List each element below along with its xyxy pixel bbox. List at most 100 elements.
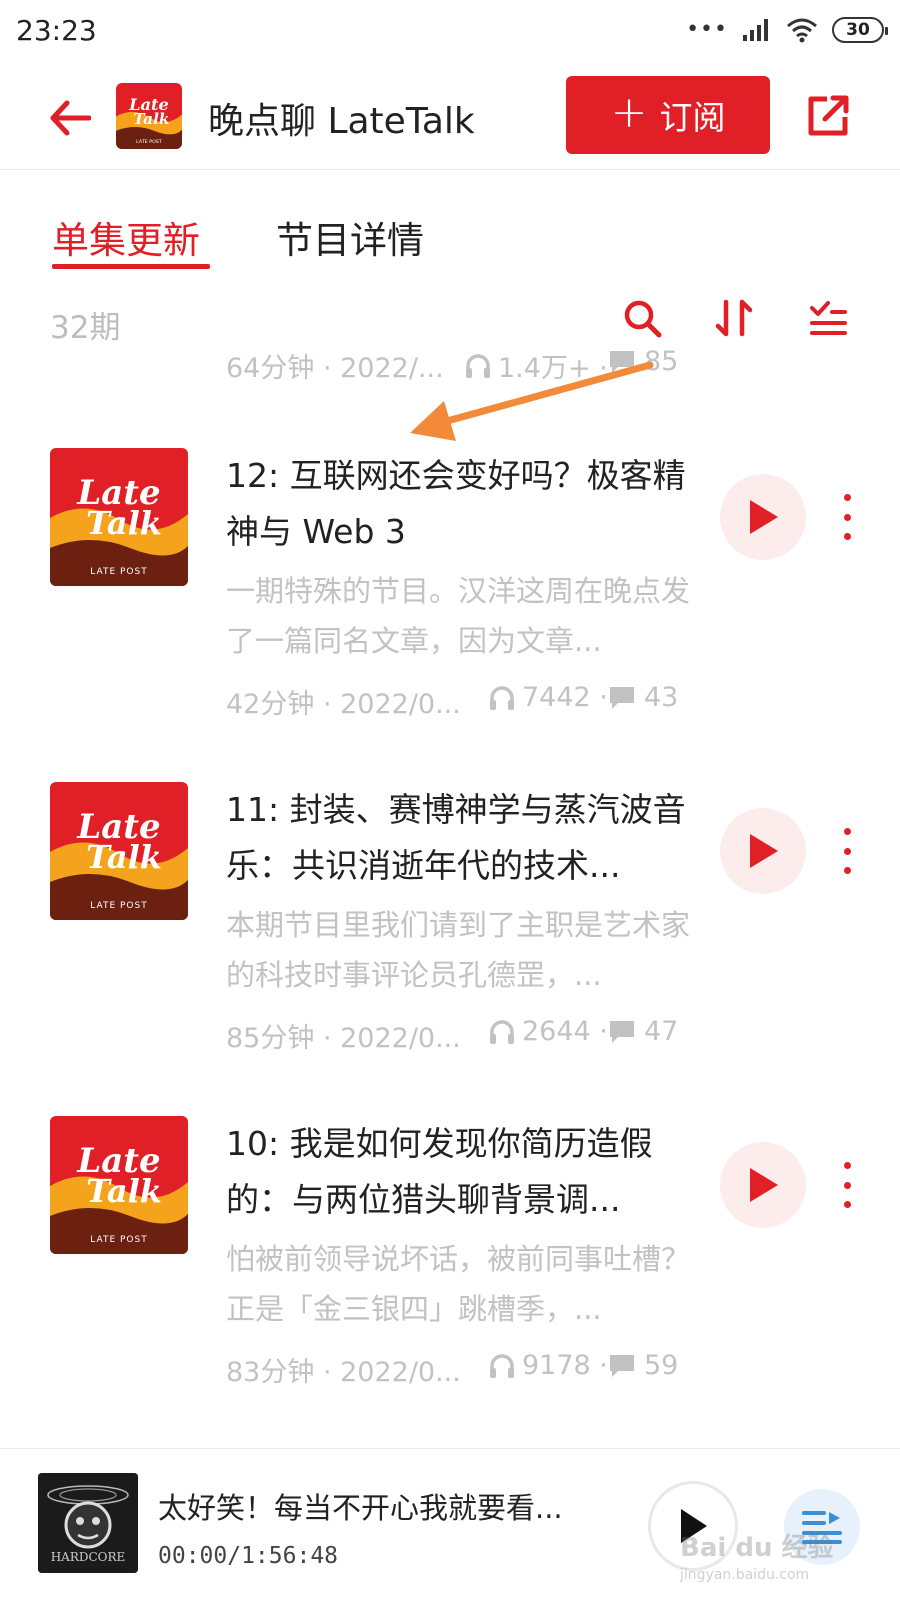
more-dot	[843, 1181, 851, 1189]
now-playing-time: 00:00/1:56:48	[158, 1543, 339, 1569]
latetalk-cover-icon: Late Talk LATE POST	[50, 782, 188, 920]
comment-count: 59	[644, 1350, 679, 1381]
search-button[interactable]	[620, 296, 664, 340]
episode-cover: Late Talk LATE POST	[50, 1116, 188, 1254]
more-dot	[843, 513, 851, 521]
episode-more-button[interactable]	[832, 494, 862, 540]
svg-text:LATE POST: LATE POST	[90, 1235, 147, 1245]
more-dot	[843, 867, 851, 874]
episode-item-2[interactable]: Late Talk LATE POST 11: 封装、赛博神学与蒸汽波音乐：共识…	[0, 782, 900, 1082]
episode-duration-date: 42分钟 · 2022/0...	[226, 689, 461, 720]
episode-plays: 1.4万+ ·	[464, 346, 608, 385]
comment-icon	[610, 686, 634, 709]
episode-duration-date: 64分钟 · 2022/...	[226, 353, 444, 384]
svg-text:Talk: Talk	[133, 110, 169, 128]
watermark: Bai du 经验	[680, 1533, 834, 1563]
svg-text:LATE POST: LATE POST	[90, 901, 147, 911]
sort-button[interactable]	[712, 296, 756, 340]
episode-duration-date: 83分钟 · 2022/0...	[226, 1357, 461, 1388]
active-tab-indicator	[52, 264, 210, 269]
play-count: 1.4万+ ·	[498, 353, 608, 384]
cell-signal-icon	[743, 19, 768, 41]
episode-title: 10: 我是如何发现你简历造假的：与两位猎头聊背景调...	[226, 1124, 653, 1219]
svg-text:HARDCORE: HARDCORE	[51, 1550, 126, 1564]
svg-text:Talk: Talk	[86, 838, 162, 876]
more-dot	[843, 533, 851, 540]
comment-count: 85	[644, 346, 679, 377]
more-dot	[843, 494, 851, 501]
latetalk-cover-icon: Late Talk LATE POST	[50, 1116, 188, 1254]
signal-dots: •••	[686, 17, 728, 42]
status-time: 23:23	[16, 14, 97, 47]
headphones-icon	[490, 685, 514, 710]
headphones-icon	[490, 1019, 514, 1044]
episode-play-button[interactable]	[720, 474, 806, 560]
episode-description: 一期特殊的节目。汉洋这周在晚点发了一篇同名文章，因为文章...	[226, 574, 691, 658]
tab-episodes[interactable]: 单集更新	[52, 210, 200, 264]
play-count: 9178 ·	[522, 1350, 608, 1381]
more-dot	[843, 828, 851, 835]
play-count: 7442 ·	[522, 682, 608, 713]
episode-cover: Late Talk LATE POST	[50, 448, 188, 586]
checklist-icon	[810, 301, 847, 335]
episode-comments: 59	[608, 1350, 678, 1381]
episode-cover: Late Talk LATE POST	[50, 782, 188, 920]
now-playing-title: 太好笑！每当不开心我就要看...	[158, 1491, 563, 1525]
podcast-title: 晚点聊 LateTalk	[208, 101, 475, 142]
headphones-icon	[490, 1353, 514, 1378]
episode-comments: 85	[608, 346, 678, 377]
mini-player[interactable]: HARDCORE 太好笑！每当不开心我就要看... 00:00/1:56:48 …	[0, 1448, 900, 1600]
subscribe-label: 订阅	[659, 98, 726, 137]
battery-indicator: 30	[832, 17, 888, 43]
episode-description: 怕被前领导说坏话，被前同事吐槽？正是「金三银四」跳槽季，...	[226, 1242, 691, 1326]
episode-plays: 7442 ·	[488, 682, 608, 713]
watermark-url: jingyan.baidu.com	[680, 1567, 810, 1583]
share-button[interactable]	[800, 88, 856, 144]
sort-icon	[715, 299, 753, 337]
share-icon	[808, 95, 849, 136]
episode-plays: 9178 ·	[488, 1350, 608, 1381]
comment-count: 43	[644, 682, 679, 713]
multi-select-button[interactable]	[806, 296, 850, 340]
episode-more-button[interactable]	[832, 828, 862, 874]
headphones-icon	[466, 353, 490, 378]
subscribe-button[interactable]: + 订阅	[566, 76, 770, 154]
status-bar: 23:23 ••• 30	[0, 0, 900, 64]
play-icon	[750, 834, 778, 868]
more-dot	[843, 847, 851, 855]
comment-icon	[610, 350, 634, 373]
svg-text:LATE POST: LATE POST	[90, 567, 147, 577]
latetalk-cover-icon: Late Talk LATE POST	[50, 448, 188, 586]
status-icons: ••• 30	[686, 14, 888, 46]
header: Late Talk LATE POST 晚点聊 LateTalk + 订阅	[0, 66, 900, 170]
svg-text:Talk: Talk	[86, 504, 162, 542]
back-arrow-icon	[50, 100, 91, 136]
episode-item-3[interactable]: Late Talk LATE POST 10: 我是如何发现你简历造假的：与两位…	[0, 1116, 900, 1416]
plus-icon: +	[610, 87, 648, 138]
wifi-icon	[787, 18, 817, 43]
play-count: 2644 ·	[522, 1016, 608, 1047]
episode-more-button[interactable]	[832, 1162, 862, 1208]
podcast-logo: Late Talk LATE POST	[116, 83, 182, 149]
play-icon	[750, 500, 778, 534]
tab-bar: 单集更新 节目详情	[0, 170, 900, 280]
episode-count: 32期	[50, 310, 121, 346]
hardcore-cover-icon: HARDCORE	[38, 1473, 138, 1573]
episode-item-1[interactable]: Late Talk LATE POST 12: 互联网还会变好吗？极客精神与 W…	[0, 448, 900, 748]
episode-title: 12: 互联网还会变好吗？极客精神与 Web 3	[226, 456, 686, 551]
now-playing-cover: HARDCORE	[38, 1473, 138, 1573]
comment-icon	[610, 1354, 634, 1377]
back-button[interactable]	[42, 90, 98, 146]
comment-count: 47	[644, 1016, 679, 1047]
search-icon	[624, 300, 662, 338]
more-dot	[843, 1162, 851, 1169]
episode-title: 11: 封装、赛博神学与蒸汽波音乐：共识消逝年代的技术...	[226, 790, 686, 885]
more-dot	[843, 1201, 851, 1208]
episode-play-button[interactable]	[720, 808, 806, 894]
tab-details[interactable]: 节目详情	[276, 210, 424, 264]
episode-duration-date: 85分钟 · 2022/0...	[226, 1023, 461, 1054]
svg-text:Talk: Talk	[86, 1172, 162, 1210]
latetalk-logo-icon: Late Talk LATE POST	[116, 83, 182, 149]
episode-play-button[interactable]	[720, 1142, 806, 1228]
play-icon	[750, 1168, 778, 1202]
